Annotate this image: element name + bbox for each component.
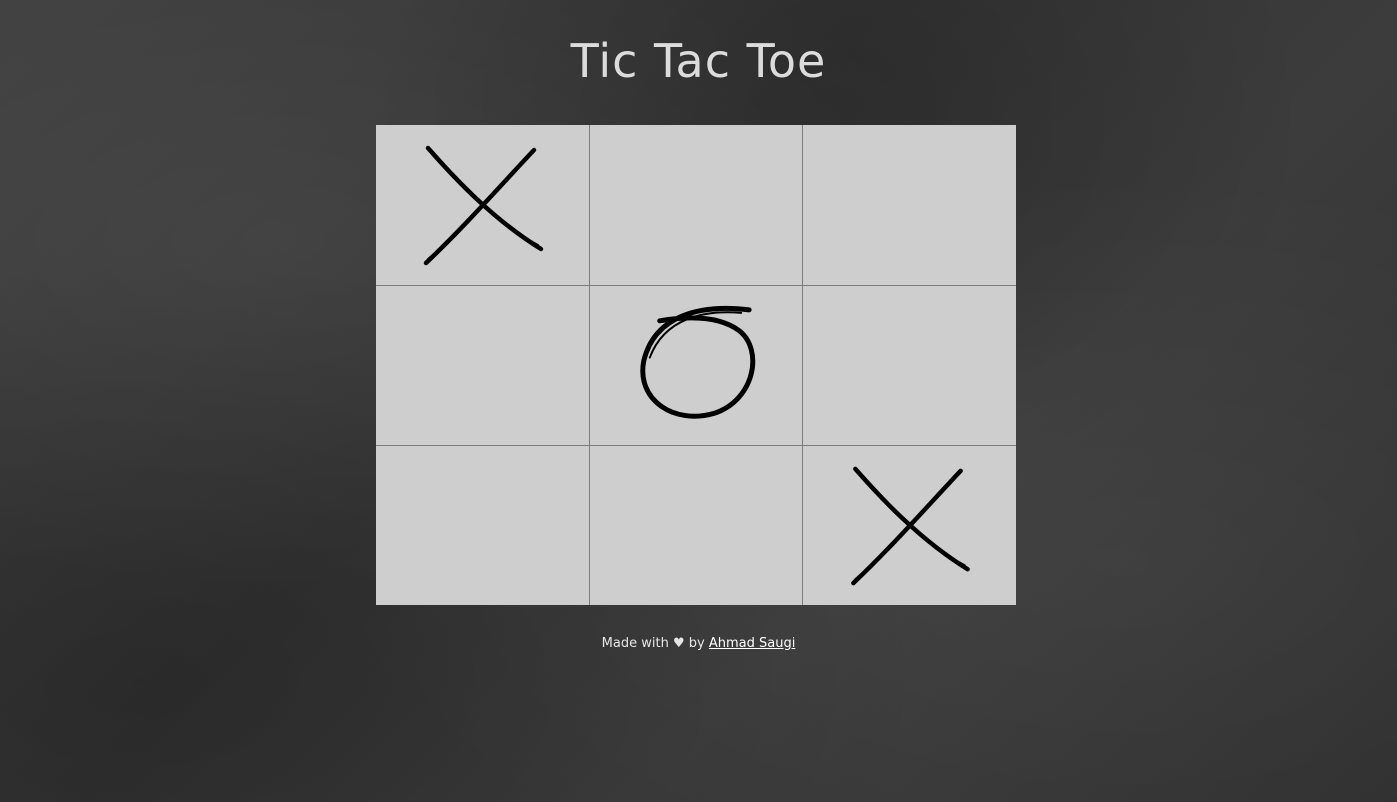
x-mark-icon [423,145,544,266]
board-cell-2-1[interactable] [589,445,802,605]
board-cell-2-2[interactable] [802,445,1016,605]
footer-made-with: Made with [601,636,669,651]
game-board [376,125,1016,605]
board-cell-1-0[interactable] [376,285,589,445]
mark-stroke [640,305,756,419]
author-link[interactable]: Ahmad Saugi [709,636,795,651]
board-cell-0-2[interactable] [802,125,1016,285]
footer-credit: Made with ♥ by Ahmad Saugi [0,636,1397,651]
board-cell-1-1[interactable] [589,285,802,445]
board-cell-0-1[interactable] [589,125,802,285]
page-title: Tic Tac Toe [570,34,827,88]
x-mark-icon [851,466,970,586]
footer-by: by [688,636,705,651]
board-cell-2-0[interactable] [376,445,589,605]
board-cell-1-2[interactable] [802,285,1016,445]
heart-icon: ♥ [672,636,685,651]
o-mark-icon [640,305,756,419]
board-cell-0-0[interactable] [376,125,589,285]
